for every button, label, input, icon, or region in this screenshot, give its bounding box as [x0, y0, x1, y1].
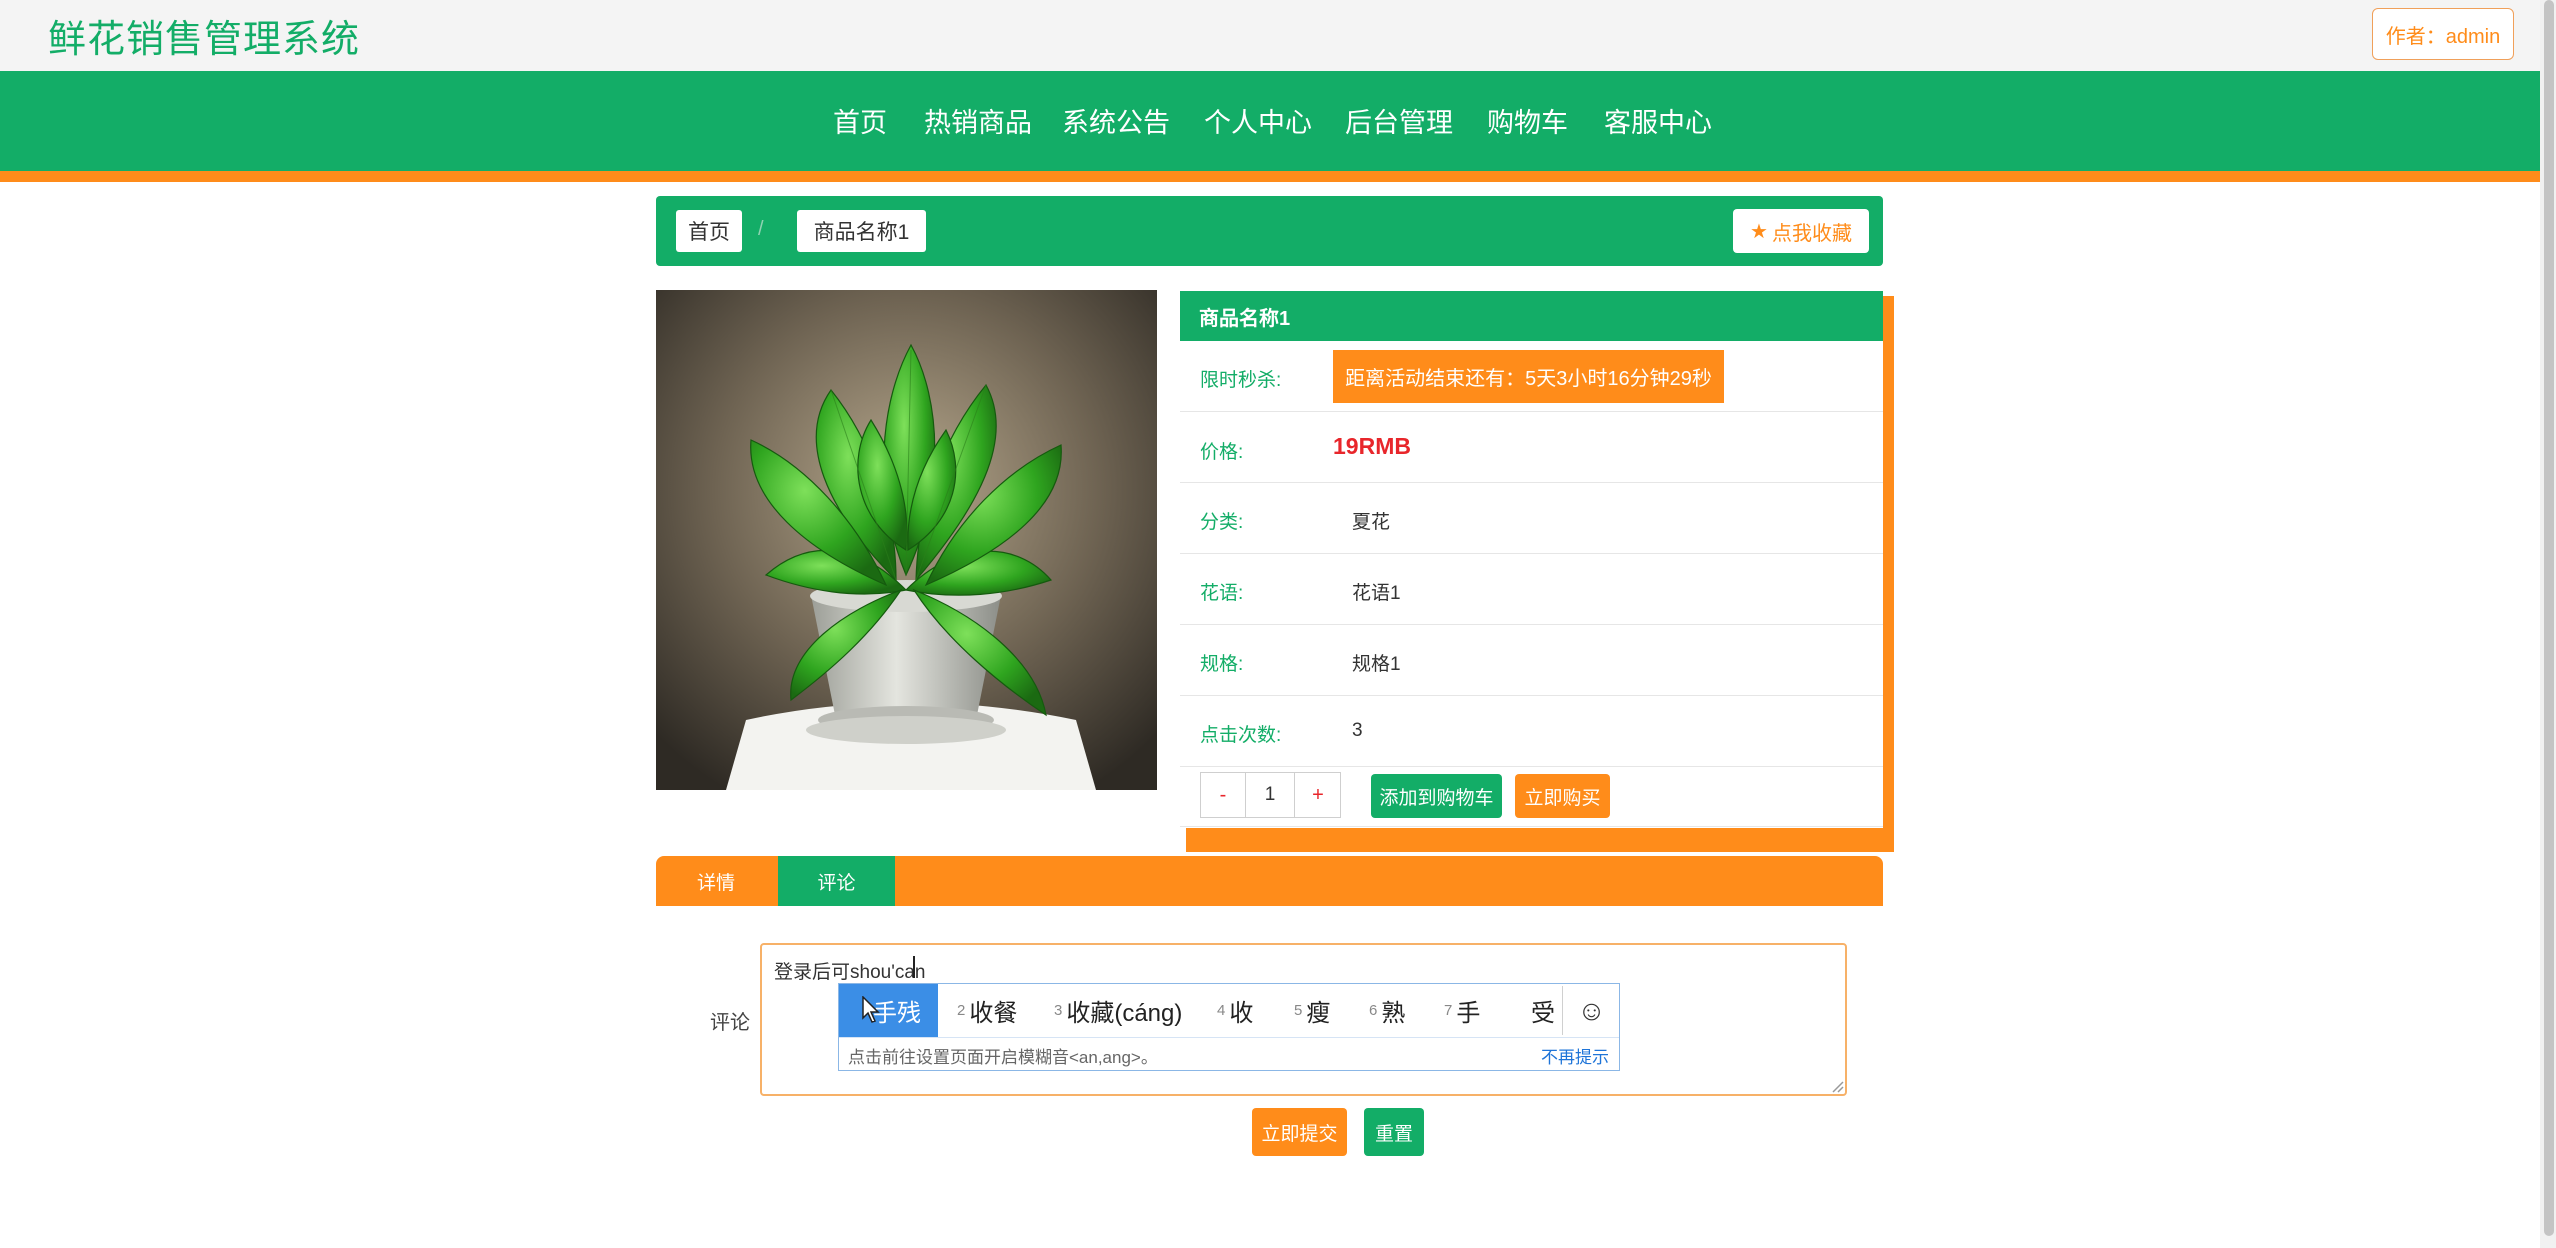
price-value: 19RMB — [1333, 433, 1411, 459]
flower-language-value: 花语1 — [1352, 583, 1401, 604]
buy-now-button[interactable]: 立即购买 — [1515, 774, 1610, 818]
ime-candidate-8[interactable]: 受 — [1531, 984, 1561, 1037]
row-divider — [1180, 553, 1883, 554]
reset-button[interactable]: 重置 — [1364, 1108, 1424, 1156]
site-title: 鲜花销售管理系统 — [48, 19, 361, 61]
submit-button[interactable]: 立即提交 — [1252, 1108, 1347, 1156]
ime-candidate-number: 5 — [1294, 1002, 1303, 1019]
ime-candidate-number: 2 — [957, 1002, 966, 1019]
scrollbar-thumb[interactable] — [2544, 0, 2554, 1236]
add-to-cart-button[interactable]: 添加到购物车 — [1371, 774, 1502, 818]
breadcrumb-separator: / — [758, 218, 764, 240]
ime-divider — [1562, 986, 1563, 1035]
quantity-plus-button[interactable]: + — [1296, 772, 1340, 818]
nav-item-cart[interactable]: 购物车 — [1487, 101, 1568, 140]
nav-item-admin[interactable]: 后台管理 — [1345, 101, 1453, 140]
category-value: 夏花 — [1352, 512, 1391, 533]
tab-comments[interactable]: 评论 — [778, 856, 895, 906]
product-image — [656, 290, 1157, 790]
ime-candidate-2[interactable]: 2 收餐 — [957, 984, 1017, 1037]
quantity-input[interactable]: 1 — [1245, 772, 1295, 818]
ime-candidate-3[interactable]: 3 收藏(cáng) — [1054, 984, 1182, 1037]
breadcrumb-home[interactable]: 首页 — [676, 210, 742, 252]
comment-text-prefix: 登录后可 — [774, 962, 851, 983]
ime-candidate-5[interactable]: 5瘦 — [1294, 984, 1330, 1037]
resize-grip-icon[interactable] — [1830, 1079, 1844, 1093]
breadcrumb-current: 商品名称1 — [797, 210, 926, 252]
star-icon: ★ — [1750, 220, 1768, 243]
ime-tip-divider — [839, 1037, 1619, 1038]
product-name-header: 商品名称1 — [1180, 291, 1883, 341]
top-bar — [0, 0, 2540, 71]
ime-candidate-7[interactable]: 7手 — [1444, 984, 1480, 1037]
flower-language-label: 花语: — [1200, 583, 1244, 604]
comment-field-label: 评论 — [710, 1012, 750, 1034]
spec-label: 规格: — [1200, 654, 1244, 675]
nav-item-hot-products[interactable]: 热销商品 — [924, 101, 1032, 140]
ime-candidate-1[interactable]: 手残 — [839, 984, 938, 1037]
ime-candidate-4[interactable]: 4收 — [1217, 984, 1253, 1037]
ime-candidate-number: 6 — [1369, 1002, 1378, 1019]
nav-item-customer-service[interactable]: 客服中心 — [1604, 101, 1712, 140]
price-label: 价格: — [1200, 442, 1244, 463]
author-button[interactable]: 作者：admin — [2372, 8, 2514, 60]
countdown-badge: 距离活动结束还有：5天3小时16分钟29秒 — [1333, 350, 1724, 403]
row-divider — [1180, 766, 1883, 767]
clicks-value: 3 — [1352, 720, 1363, 741]
comment-text: 登录后可shou'can — [774, 957, 926, 984]
nav-accent-stripe — [0, 171, 2540, 182]
clicks-label: 点击次数: — [1200, 725, 1282, 746]
text-caret — [913, 956, 915, 978]
row-divider — [1180, 826, 1883, 827]
ime-candidate-text: 收餐 — [969, 1000, 1018, 1027]
tab-details[interactable]: 详情 — [656, 856, 776, 906]
row-divider — [1180, 411, 1883, 412]
ime-candidate-text: 受 — [1531, 1000, 1555, 1027]
ime-candidate-text: 手 — [1456, 1000, 1481, 1027]
spec-value: 规格1 — [1352, 654, 1401, 675]
row-divider — [1180, 482, 1883, 483]
favorite-button[interactable]: ★ 点我收藏 — [1733, 209, 1869, 253]
ime-tip-text: 点击前往设置页面开启模糊音<an,ang>。 — [848, 1048, 1158, 1067]
ime-candidate-text: 收 — [1229, 1000, 1254, 1027]
nav-item-announcements[interactable]: 系统公告 — [1062, 101, 1170, 140]
ime-dismiss-link[interactable]: 不再提示 — [1541, 1043, 1609, 1068]
favorite-label: 点我收藏 — [1771, 222, 1852, 245]
nav-item-home[interactable]: 首页 — [833, 101, 887, 140]
ime-candidate-text: 瘦 — [1306, 1000, 1331, 1027]
row-divider — [1180, 695, 1883, 696]
quantity-minus-button[interactable]: - — [1201, 772, 1245, 818]
nav-item-personal-center[interactable]: 个人中心 — [1204, 101, 1312, 140]
flash-sale-label: 限时秒杀: — [1200, 370, 1282, 391]
ime-candidate-text: 熟 — [1381, 1000, 1406, 1027]
emoji-icon[interactable]: ☺ — [1564, 984, 1619, 1037]
row-divider — [1180, 624, 1883, 625]
ime-candidate-number: 7 — [1444, 1002, 1453, 1019]
ime-candidate-6[interactable]: 6熟 — [1369, 984, 1405, 1037]
ime-candidate-number: 3 — [1054, 1002, 1063, 1019]
mouse-pointer-icon — [861, 995, 881, 1024]
ime-candidate-text: 收藏(cáng) — [1066, 1000, 1183, 1027]
ime-candidate-number: 4 — [1217, 1002, 1226, 1019]
category-label: 分类: — [1200, 512, 1244, 533]
